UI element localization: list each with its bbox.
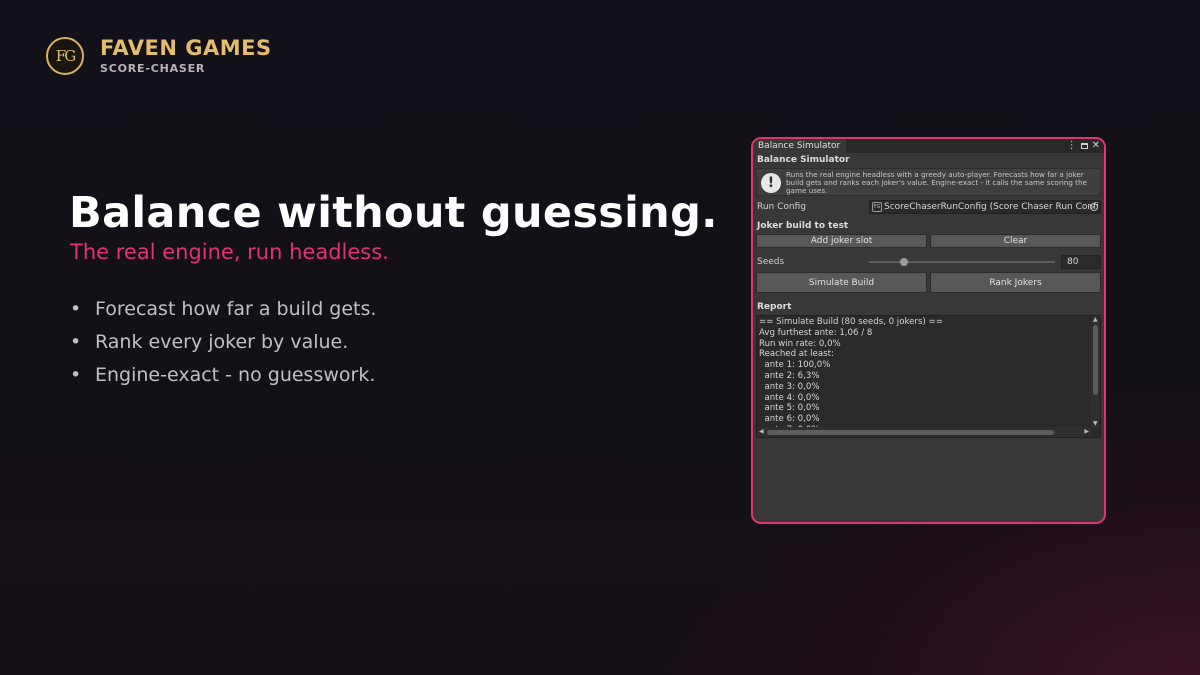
- exclamation-icon: !: [761, 173, 781, 193]
- report-area[interactable]: == Simulate Build (80 seeds, 0 jokers) =…: [756, 315, 1101, 438]
- run-config-label: Run Config: [757, 202, 806, 212]
- report-title: Report: [757, 302, 792, 312]
- report-line: ante 5: 0,0%: [759, 403, 820, 414]
- feature-item: • Rank every joker by value.: [70, 330, 349, 353]
- close-icon[interactable]: ✕: [1092, 139, 1100, 153]
- feature-item: • Forecast how far a build gets.: [70, 297, 377, 320]
- report-line: Run win rate: 0,0%: [759, 338, 841, 349]
- window-content: Balance Simulator ! Runs the real engine…: [753, 153, 1104, 438]
- scroll-left-icon[interactable]: ◀: [759, 429, 764, 435]
- help-text: Runs the real engine headless with a gre…: [786, 170, 1087, 195]
- rank-jokers-button[interactable]: Rank Jokers: [930, 272, 1101, 293]
- subhead: The real engine, run headless.: [70, 240, 389, 264]
- horizontal-scroll-thumb[interactable]: [767, 430, 1054, 435]
- report-line: Reached at least:: [759, 349, 834, 360]
- simulate-build-button[interactable]: Simulate Build: [756, 272, 927, 293]
- seeds-input[interactable]: 80: [1061, 255, 1101, 269]
- brand-text: FAVEN GAMES SCORE-CHASER: [100, 36, 272, 75]
- scroll-right-icon[interactable]: ▶: [1084, 429, 1089, 435]
- run-config-field[interactable]: FG ScoreChaserRunConfig (Score Chaser Ru…: [869, 200, 1101, 214]
- bullet-icon: •: [70, 330, 82, 353]
- report-line: ante 3: 0,0%: [759, 381, 820, 392]
- window-tab-bar: Balance Simulator ⋮ ✕: [753, 139, 1104, 153]
- feature-item: • Engine-exact - no guesswork.: [70, 363, 376, 386]
- run-config-value: ScoreChaserRunConfig (Score Chaser Run C…: [884, 202, 1099, 212]
- joker-build-buttons: Add joker slot Clear: [756, 234, 1101, 248]
- report-text: == Simulate Build (80 seeds, 0 jokers) =…: [759, 317, 1088, 436]
- vertical-scroll-thumb[interactable]: [1093, 325, 1098, 395]
- fg-logo-icon: FG: [46, 37, 84, 75]
- help-box: ! Runs the real engine headless with a g…: [756, 168, 1101, 196]
- brand-subtitle: SCORE-CHASER: [100, 62, 206, 75]
- report-line: ante 6: 0,0%: [759, 414, 820, 425]
- bullet-icon: •: [70, 297, 82, 320]
- joker-build-title: Joker build to test: [757, 221, 849, 231]
- brand-name: FAVEN GAMES: [100, 36, 272, 60]
- maximize-icon[interactable]: [1080, 143, 1088, 149]
- report-line: ante 4: 0,0%: [759, 392, 820, 403]
- report-line: ante 2: 6,3%: [759, 370, 820, 381]
- tab-tools: ⋮ ✕: [1067, 139, 1100, 153]
- seeds-slider-thumb[interactable]: [900, 258, 909, 266]
- report-line: == Simulate Build (80 seeds, 0 jokers) =…: [759, 317, 943, 327]
- seeds-row: Seeds 80: [756, 254, 1101, 270]
- report-line: Avg furthest ante: 1,06 / 8: [759, 327, 873, 338]
- seeds-label: Seeds: [757, 257, 785, 267]
- scroll-down-icon[interactable]: ▼: [1093, 421, 1098, 427]
- object-picker-icon[interactable]: [1090, 203, 1098, 211]
- kebab-menu-icon[interactable]: ⋮: [1067, 139, 1077, 153]
- clear-button[interactable]: Clear: [930, 234, 1101, 248]
- seeds-slider[interactable]: [869, 258, 1055, 266]
- scriptable-object-icon: FG: [872, 202, 882, 212]
- report-horizontal-scrollbar[interactable]: ◀ ▶: [757, 427, 1091, 437]
- add-joker-slot-button[interactable]: Add joker slot: [756, 234, 927, 248]
- feature-list: • Forecast how far a build gets. • Rank ev…: [70, 292, 376, 391]
- report-line: ante 1: 100,0%: [759, 360, 831, 371]
- run-config-row: Run Config FG ScoreChaserRunConfig (Scor…: [756, 199, 1101, 215]
- brand: FG FAVEN GAMES SCORE-CHASER: [46, 37, 272, 75]
- bullet-icon: •: [70, 363, 82, 386]
- header-title: Balance Simulator: [757, 155, 850, 165]
- scroll-up-icon[interactable]: ▲: [1093, 317, 1098, 323]
- report-vertical-scrollbar[interactable]: ▲ ▼: [1091, 316, 1100, 428]
- balance-simulator-window: Balance Simulator ⋮ ✕ Balance Simulator …: [751, 137, 1106, 524]
- tab-balance-simulator[interactable]: Balance Simulator: [753, 139, 846, 153]
- simulate-buttons: Simulate Build Rank Jokers: [756, 272, 1101, 293]
- headline: Balance without guessing.: [69, 188, 718, 238]
